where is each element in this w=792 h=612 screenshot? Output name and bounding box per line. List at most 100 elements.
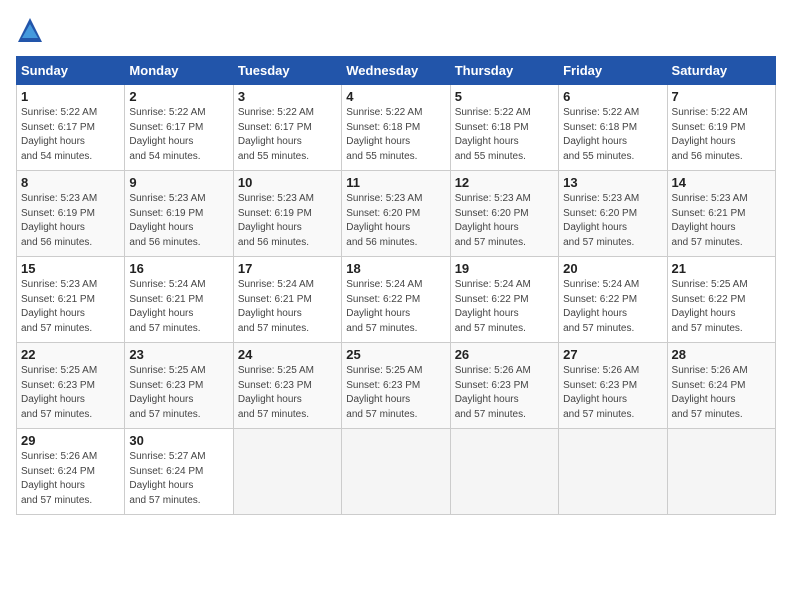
day-number: 8	[21, 175, 120, 190]
calendar-day-cell	[450, 429, 558, 515]
calendar-day-cell: 9 Sunrise: 5:23 AMSunset: 6:19 PMDaylight…	[125, 171, 233, 257]
day-info: Sunrise: 5:24 AMSunset: 6:22 PMDaylight …	[346, 278, 445, 336]
calendar-header: Sunday Monday Tuesday Wednesday Thursday…	[17, 57, 776, 85]
day-info: Sunrise: 5:22 AMSunset: 6:17 PMDaylight …	[129, 106, 228, 164]
calendar-day-cell: 30 Sunrise: 5:27 AMSunset: 6:24 PMDayligh…	[125, 429, 233, 515]
day-number: 24	[238, 347, 337, 362]
calendar-day-cell: 18 Sunrise: 5:24 AMSunset: 6:22 PMDayligh…	[342, 257, 450, 343]
calendar-day-cell: 29 Sunrise: 5:26 AMSunset: 6:24 PMDayligh…	[17, 429, 125, 515]
calendar-week-row: 29 Sunrise: 5:26 AMSunset: 6:24 PMDayligh…	[17, 429, 776, 515]
calendar-day-cell: 7 Sunrise: 5:22 AMSunset: 6:19 PMDaylight…	[667, 85, 775, 171]
day-number: 10	[238, 175, 337, 190]
day-info: Sunrise: 5:23 AMSunset: 6:21 PMDaylight …	[21, 278, 120, 336]
header-thursday: Thursday	[450, 57, 558, 85]
day-info: Sunrise: 5:25 AMSunset: 6:23 PMDaylight …	[238, 364, 337, 422]
day-info: Sunrise: 5:24 AMSunset: 6:21 PMDaylight …	[238, 278, 337, 336]
day-info: Sunrise: 5:23 AMSunset: 6:20 PMDaylight …	[455, 192, 554, 250]
weekday-row: Sunday Monday Tuesday Wednesday Thursday…	[17, 57, 776, 85]
day-info: Sunrise: 5:25 AMSunset: 6:22 PMDaylight …	[672, 278, 771, 336]
day-number: 22	[21, 347, 120, 362]
calendar-day-cell: 17 Sunrise: 5:24 AMSunset: 6:21 PMDayligh…	[233, 257, 341, 343]
day-number: 25	[346, 347, 445, 362]
header-friday: Friday	[559, 57, 667, 85]
day-info: Sunrise: 5:26 AMSunset: 6:23 PMDaylight …	[455, 364, 554, 422]
calendar-week-row: 22 Sunrise: 5:25 AMSunset: 6:23 PMDayligh…	[17, 343, 776, 429]
day-number: 5	[455, 89, 554, 104]
calendar-day-cell: 23 Sunrise: 5:25 AMSunset: 6:23 PMDayligh…	[125, 343, 233, 429]
calendar-day-cell: 27 Sunrise: 5:26 AMSunset: 6:23 PMDayligh…	[559, 343, 667, 429]
calendar-day-cell: 22Sunrise: 5:25 AMSunset: 6:23 PMDayligh…	[17, 343, 125, 429]
calendar-day-cell: 14 Sunrise: 5:23 AMSunset: 6:21 PMDayligh…	[667, 171, 775, 257]
day-number: 6	[563, 89, 662, 104]
day-number: 26	[455, 347, 554, 362]
day-number: 23	[129, 347, 228, 362]
day-number: 9	[129, 175, 228, 190]
day-info: Sunrise: 5:22 AMSunset: 6:18 PMDaylight …	[455, 106, 554, 164]
calendar-day-cell: 6Sunrise: 5:22 AMSunset: 6:18 PMDaylight…	[559, 85, 667, 171]
day-info: Sunrise: 5:25 AMSunset: 6:23 PMDaylight …	[129, 364, 228, 422]
day-info: Sunrise: 5:23 AMSunset: 6:21 PMDaylight …	[672, 192, 771, 250]
day-number: 29	[21, 433, 120, 448]
calendar-day-cell: 4 Sunrise: 5:22 AMSunset: 6:18 PMDaylight…	[342, 85, 450, 171]
calendar-day-cell: 12 Sunrise: 5:23 AMSunset: 6:20 PMDayligh…	[450, 171, 558, 257]
calendar-week-row: 8 Sunrise: 5:23 AMSunset: 6:19 PMDaylight…	[17, 171, 776, 257]
day-info: Sunrise: 5:22 AMSunset: 6:18 PMDaylight …	[346, 106, 445, 164]
calendar-week-row: 15 Sunrise: 5:23 AMSunset: 6:21 PMDayligh…	[17, 257, 776, 343]
day-info: Sunrise: 5:25 AMSunset: 6:23 PMDaylight …	[346, 364, 445, 422]
calendar-day-cell: 13Sunrise: 5:23 AMSunset: 6:20 PMDayligh…	[559, 171, 667, 257]
day-number: 11	[346, 175, 445, 190]
calendar-day-cell: 26 Sunrise: 5:26 AMSunset: 6:23 PMDayligh…	[450, 343, 558, 429]
day-number: 16	[129, 261, 228, 276]
calendar-day-cell: 3 Sunrise: 5:22 AMSunset: 6:17 PMDaylight…	[233, 85, 341, 171]
day-info: Sunrise: 5:23 AMSunset: 6:19 PMDaylight …	[129, 192, 228, 250]
day-number: 2	[129, 89, 228, 104]
day-number: 7	[672, 89, 771, 104]
calendar-day-cell: 25 Sunrise: 5:25 AMSunset: 6:23 PMDayligh…	[342, 343, 450, 429]
day-number: 15	[21, 261, 120, 276]
logo-icon	[16, 16, 44, 44]
calendar-day-cell: 5 Sunrise: 5:22 AMSunset: 6:18 PMDaylight…	[450, 85, 558, 171]
calendar-day-cell: 19Sunrise: 5:24 AMSunset: 6:22 PMDayligh…	[450, 257, 558, 343]
day-info: Sunrise: 5:24 AMSunset: 6:21 PMDaylight …	[129, 278, 228, 336]
calendar-table: Sunday Monday Tuesday Wednesday Thursday…	[16, 56, 776, 515]
day-number: 1	[21, 89, 120, 104]
day-number: 21	[672, 261, 771, 276]
header-monday: Monday	[125, 57, 233, 85]
day-number: 27	[563, 347, 662, 362]
header-wednesday: Wednesday	[342, 57, 450, 85]
header-saturday: Saturday	[667, 57, 775, 85]
calendar-day-cell: 1 Sunrise: 5:22 AMSunset: 6:17 PMDaylight…	[17, 85, 125, 171]
day-info: Sunrise: 5:26 AMSunset: 6:24 PMDaylight …	[21, 450, 120, 508]
calendar-day-cell: 8 Sunrise: 5:23 AMSunset: 6:19 PMDaylight…	[17, 171, 125, 257]
day-number: 12	[455, 175, 554, 190]
day-info: Sunrise: 5:23 AMSunset: 6:19 PMDaylight …	[238, 192, 337, 250]
calendar-day-cell: 10 Sunrise: 5:23 AMSunset: 6:19 PMDayligh…	[233, 171, 341, 257]
day-number: 30	[129, 433, 228, 448]
day-info: Sunrise: 5:26 AMSunset: 6:23 PMDaylight …	[563, 364, 662, 422]
day-info: Sunrise: 5:23 AMSunset: 6:20 PMDaylight …	[346, 192, 445, 250]
calendar-day-cell: 16 Sunrise: 5:24 AMSunset: 6:21 PMDayligh…	[125, 257, 233, 343]
day-info: Sunrise: 5:24 AMSunset: 6:22 PMDaylight …	[455, 278, 554, 336]
day-number: 3	[238, 89, 337, 104]
day-info: Sunrise: 5:24 AMSunset: 6:22 PMDaylight …	[563, 278, 662, 336]
day-number: 13	[563, 175, 662, 190]
calendar-day-cell	[233, 429, 341, 515]
calendar-week-row: 1 Sunrise: 5:22 AMSunset: 6:17 PMDaylight…	[17, 85, 776, 171]
calendar-day-cell: 28Sunrise: 5:26 AMSunset: 6:24 PMDayligh…	[667, 343, 775, 429]
header-sunday: Sunday	[17, 57, 125, 85]
day-number: 18	[346, 261, 445, 276]
calendar-day-cell	[559, 429, 667, 515]
day-info: Sunrise: 5:23 AMSunset: 6:19 PMDaylight …	[21, 192, 120, 250]
page-header	[16, 16, 776, 44]
calendar-day-cell: 15 Sunrise: 5:23 AMSunset: 6:21 PMDayligh…	[17, 257, 125, 343]
day-info: Sunrise: 5:22 AMSunset: 6:17 PMDaylight …	[238, 106, 337, 164]
day-info: Sunrise: 5:27 AMSunset: 6:24 PMDaylight …	[129, 450, 228, 508]
day-info: Sunrise: 5:26 AMSunset: 6:24 PMDaylight …	[672, 364, 771, 422]
day-number: 14	[672, 175, 771, 190]
day-number: 20	[563, 261, 662, 276]
day-number: 4	[346, 89, 445, 104]
day-info: Sunrise: 5:22 AMSunset: 6:17 PMDaylight …	[21, 106, 120, 164]
calendar-day-cell	[342, 429, 450, 515]
day-number: 17	[238, 261, 337, 276]
day-info: Sunrise: 5:22 AMSunset: 6:19 PMDaylight …	[672, 106, 771, 164]
